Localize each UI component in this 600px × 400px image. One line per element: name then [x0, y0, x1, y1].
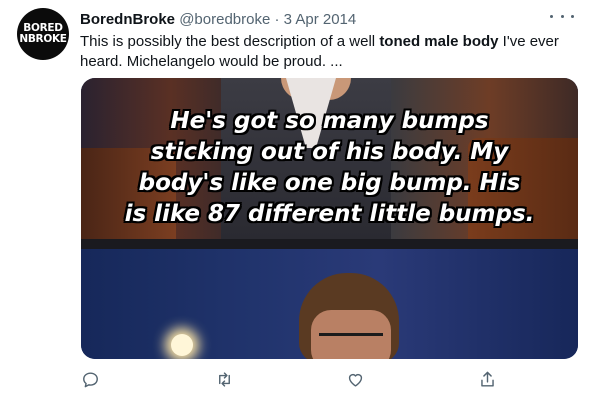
retweet-icon: [218, 371, 230, 387]
tweet-date[interactable]: 3 Apr 2014: [284, 11, 357, 28]
retweet-button[interactable]: [212, 367, 236, 391]
avatar-line-2: NBROKE: [19, 33, 67, 45]
tweet-text-bold: toned male body: [379, 33, 499, 50]
caption-line: is like 87 different little bumps.: [124, 201, 535, 227]
media-divider: [81, 239, 578, 249]
user-handle[interactable]: @boredbroke: [179, 11, 270, 28]
reply-button[interactable]: [78, 367, 102, 391]
separator-dot: ·: [274, 11, 280, 28]
tweet-text-before: This is possibly the best description of…: [80, 33, 380, 50]
tweet-card[interactable]: BORED NBROKE BorednBroke @boredbroke · 3…: [0, 0, 600, 400]
display-name[interactable]: BorednBroke: [80, 11, 175, 28]
share-button[interactable]: [475, 367, 499, 391]
person-glasses: [319, 333, 383, 336]
tweet-media-gif[interactable]: He's got so many bumps sticking out of h…: [81, 78, 578, 359]
avatar[interactable]: BORED NBROKE: [17, 8, 69, 60]
tweet-text: This is possibly the best description of…: [80, 32, 580, 72]
heart-icon: [348, 373, 362, 387]
share-icon: [480, 371, 494, 387]
tweet-actions: [0, 367, 600, 391]
media-caption: He's got so many bumps sticking out of h…: [81, 106, 578, 230]
like-button[interactable]: [343, 367, 367, 391]
stage-light: [171, 334, 193, 356]
more-horizontal-icon[interactable]: [550, 8, 574, 24]
reply-icon: [82, 371, 98, 387]
caption-line: He's got so many bumps: [170, 108, 489, 134]
caption-line: sticking out of his body. My: [150, 139, 509, 165]
caption-line: body's like one big bump. His: [138, 170, 521, 196]
tweet-header: BorednBroke @boredbroke · 3 Apr 2014: [80, 11, 356, 28]
